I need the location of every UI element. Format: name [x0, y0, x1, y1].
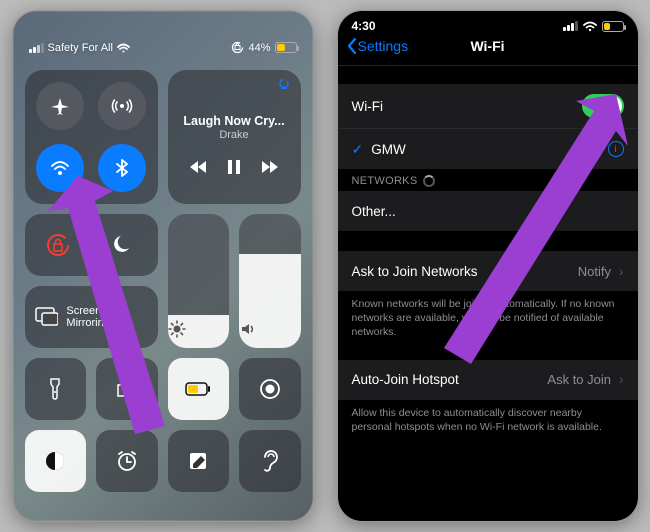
dark-mode-button[interactable] — [25, 430, 87, 492]
auto-join-hotspot-row[interactable]: Auto-Join Hotspot Ask to Join › — [338, 360, 638, 400]
checkmark-icon: ✓ — [352, 141, 364, 158]
cellular-bars-icon — [563, 21, 578, 31]
loading-spinner-icon — [423, 175, 435, 187]
mirroring-icon — [35, 307, 59, 327]
ask-to-join-section: Ask to Join Networks Notify › — [338, 251, 638, 291]
control-center-grid: Laugh Now Cry... Drake — [13, 60, 313, 492]
mirroring-label: Screen Mirroring — [66, 305, 147, 329]
media-title: Laugh Now Cry... — [183, 114, 284, 128]
wifi-section: Wi-Fi ✓ GMW i — [338, 84, 638, 169]
brightness-slider[interactable] — [168, 214, 230, 348]
connectivity-tile — [25, 70, 158, 204]
hotspot-label: Auto-Join Hotspot — [352, 372, 459, 387]
ask-to-join-value: Notify — [578, 264, 611, 279]
alarm-button[interactable] — [96, 430, 158, 492]
do-not-disturb-button[interactable] — [91, 232, 158, 258]
cellular-bars-icon — [29, 43, 44, 53]
time-label: 4:30 — [352, 19, 376, 33]
battery-icon — [602, 21, 624, 32]
wifi-settings-screen: 4:30 Settings Wi-Fi Wi-Fi ✓ GMW i NETWOR… — [338, 11, 638, 521]
status-bar: 4:30 — [338, 11, 638, 35]
screen-record-button[interactable] — [239, 358, 301, 420]
wifi-strength-icon — [585, 143, 600, 155]
info-icon[interactable]: i — [608, 141, 624, 157]
networks-header: NETWORKS — [338, 169, 638, 191]
page-title: Wi-Fi — [338, 38, 638, 54]
hearing-button[interactable] — [239, 430, 301, 492]
wifi-label: Wi-Fi — [352, 99, 383, 114]
wifi-switch[interactable] — [582, 94, 624, 118]
wifi-toggle-row: Wi-Fi — [338, 84, 638, 129]
status-bar: Safety For All 44% — [13, 11, 313, 60]
media-tile[interactable]: Laugh Now Cry... Drake — [168, 70, 301, 204]
networks-section: Other... — [338, 191, 638, 231]
flashlight-button[interactable] — [25, 358, 87, 420]
chevron-right-icon: › — [619, 264, 624, 279]
wifi-status-icon — [117, 43, 130, 53]
brightness-icon — [168, 320, 230, 338]
rewind-button[interactable] — [189, 160, 207, 174]
wifi-status-icon — [583, 21, 597, 32]
airplay-icon[interactable] — [277, 78, 291, 90]
carrier-label: Safety For All — [48, 42, 113, 54]
cellular-data-button[interactable] — [98, 82, 146, 130]
hotspot-value: Ask to Join — [547, 372, 611, 387]
focus-tile — [25, 214, 158, 276]
connected-network-row[interactable]: ✓ GMW i — [338, 129, 638, 169]
notes-button[interactable] — [168, 430, 230, 492]
nav-bar: Settings Wi-Fi — [338, 35, 638, 66]
camera-button[interactable] — [96, 358, 158, 420]
airplane-mode-button[interactable] — [36, 82, 84, 130]
forward-button[interactable] — [261, 160, 279, 174]
other-network-row[interactable]: Other... — [338, 191, 638, 231]
pause-button[interactable] — [227, 159, 241, 175]
ask-to-join-blurb: Known networks will be joined automatica… — [338, 291, 638, 340]
volume-icon — [239, 320, 301, 338]
bluetooth-button[interactable] — [98, 144, 146, 192]
orientation-lock-button[interactable] — [25, 232, 92, 258]
orientation-lock-icon — [231, 41, 244, 54]
network-name: GMW — [371, 142, 406, 157]
battery-icon — [275, 42, 297, 53]
auto-join-hotspot-section: Auto-Join Hotspot Ask to Join › — [338, 360, 638, 400]
battery-pct-label: 44% — [248, 42, 270, 54]
control-center-screen: Safety For All 44% — [13, 11, 313, 521]
other-label: Other... — [352, 204, 396, 219]
hotspot-blurb: Allow this device to automatically disco… — [338, 400, 638, 434]
volume-slider[interactable] — [239, 214, 301, 348]
media-artist: Drake — [219, 129, 248, 141]
ask-to-join-row[interactable]: Ask to Join Networks Notify › — [338, 251, 638, 291]
low-power-mode-button[interactable] — [168, 358, 230, 420]
screen-mirroring-button[interactable]: Screen Mirroring — [25, 286, 158, 348]
ask-to-join-label: Ask to Join Networks — [352, 264, 478, 279]
chevron-right-icon: › — [619, 372, 624, 387]
wifi-button[interactable] — [36, 144, 84, 192]
